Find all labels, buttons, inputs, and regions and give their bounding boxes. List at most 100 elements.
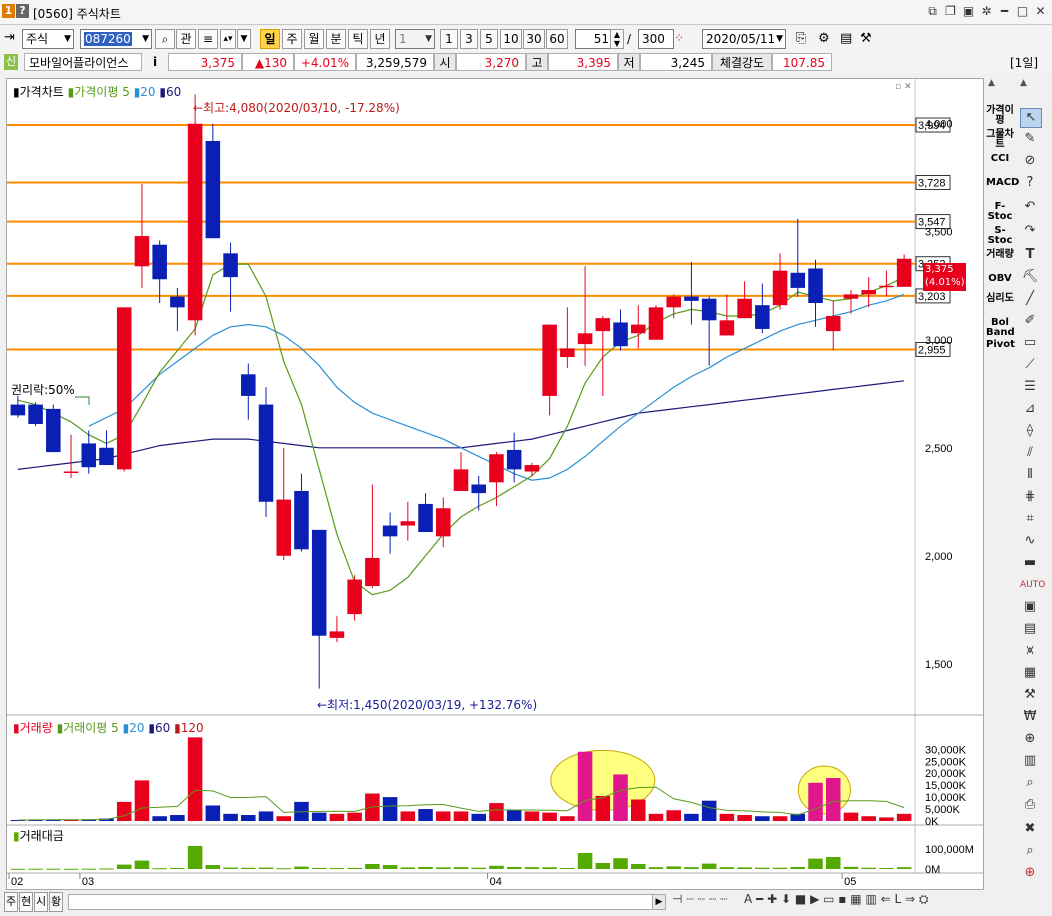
interval-5-button[interactable]: 5 [480,29,498,49]
interval-3-button[interactable]: 3 [460,29,478,49]
text-tool-icon[interactable]: T [1020,246,1040,264]
all-clear-icon[interactable]: ⊘ [1020,152,1040,170]
link-icon[interactable]: ⧉ [925,4,940,19]
channel-icon[interactable]: ⫽ [1020,444,1040,462]
period-month-button[interactable]: 월 [304,29,324,49]
excel-icon[interactable]: ✖ [1020,820,1040,838]
undo-icon[interactable]: ↶ [1020,198,1040,216]
copy-window-icon[interactable]: ❐ [943,4,958,19]
magnify-chart-icon[interactable]: ⌕ [1020,774,1040,792]
stepper-dropdown[interactable]: ▼ [237,29,251,49]
stock-list-button[interactable]: ≡ [198,29,218,49]
indicator-6[interactable]: 거래량 [986,250,1014,260]
settings-icon[interactable]: ⚙ [818,31,830,46]
save-layout-icon[interactable]: ⎘ [796,31,806,46]
info-icon[interactable]: i [148,53,162,71]
rectangle-icon[interactable]: ▭ [1020,334,1040,352]
save-icon[interactable]: ▪ [838,892,846,906]
eraser-icon[interactable]: ✎ [1020,130,1040,148]
indicator-5[interactable]: S-Stoc [986,226,1014,246]
interval-10-button[interactable]: 10 [500,29,522,49]
indicator-1[interactable]: 그물차트 [986,130,1014,150]
report-icon[interactable]: ▥ [1020,752,1040,770]
cycle-icon[interactable]: ⦀ [1020,466,1040,484]
tab-current[interactable]: 현 [19,892,33,912]
indicator-9[interactable]: Bol Band [986,318,1015,338]
market-select[interactable]: 주식 ▼ [22,29,74,49]
l-shape-icon[interactable]: L [895,892,902,906]
interval-60-button[interactable]: 60 [546,29,568,49]
total-count-input[interactable]: 300 [638,29,674,49]
screenshot-icon[interactable]: ▣ [961,4,976,19]
pen-icon[interactable]: ✐ [1020,312,1040,330]
indicator-2[interactable]: CCI [986,154,1014,164]
help-button[interactable]: ? [16,4,29,18]
search-button[interactable]: ⌕ [155,29,175,49]
zoom-out-icon[interactable]: ━ [756,892,763,906]
interval-1-button[interactable]: 1 [440,29,458,49]
wrench-icon[interactable]: ⚒ [1020,686,1040,704]
document-search-icon[interactable]: ⎙ [1020,796,1040,814]
tab-status[interactable]: 황 [49,892,63,912]
indicator-10[interactable]: Pivot [986,340,1015,350]
window-icon[interactable]: ▭ [823,892,834,906]
chart-svg[interactable]: 3,9943,7283,5473,3523,2032,955 1,5002,00… [7,79,983,889]
prev-next-stepper[interactable]: ▴▾ [220,29,236,49]
stock-code-input[interactable]: 087260 ▼ [80,29,152,49]
split-view-icon[interactable]: ▥ [865,892,876,906]
indicator-4[interactable]: F-Stoc [986,202,1014,222]
price-icon[interactable]: ₩ [1020,708,1040,726]
grid-tool-icon[interactable]: ⌗ [1020,510,1040,528]
play-right-icon[interactable]: ▶ [810,892,819,906]
period-day-button[interactable]: 일 [260,29,280,49]
analysis-icon[interactable]: ▦ [1020,664,1040,682]
grid-view-icon[interactable]: ▦ [850,892,861,906]
tab-week[interactable]: 주 [4,892,18,912]
view-count-spinner[interactable]: ▲ ▼ [610,29,624,49]
close-icon[interactable]: ✕ [1033,4,1048,19]
scroll-up-icon-2[interactable]: ▲ [1020,78,1027,88]
fibonacci-icon[interactable]: ☰ [1020,378,1040,396]
period-minute-button[interactable]: 분 [326,29,346,49]
indicator-3[interactable]: MACD [986,178,1019,188]
fan-icon[interactable]: ⟠ [1020,422,1040,440]
arrow-right-icon[interactable]: ⇒ [905,892,915,906]
indicator-0[interactable]: 가격이평 [986,106,1014,126]
indicator-8[interactable]: 심리도 [986,294,1014,304]
window-icon[interactable]: ▣ [1020,598,1040,616]
stop-icon[interactable]: ■ [795,892,806,906]
horizontal-line-icon[interactable]: ▬ [1020,554,1040,572]
count-adjust-icon[interactable]: ⁘ [674,31,684,45]
crosshair-icon[interactable]: ⊕ [1020,864,1040,882]
compare-chart-icon[interactable]: ⩙ [1020,642,1040,660]
tab-market[interactable]: 시 [34,892,48,912]
line-tool-icon[interactable]: ╱ [1020,290,1040,308]
auto-scale-icon[interactable]: A [744,892,752,906]
horizontal-scrollbar[interactable]: ▶ [68,894,666,910]
period-year-button[interactable]: 년 [370,29,390,49]
arrow-exit-icon[interactable]: ⇥ [4,30,15,45]
move-down-icon[interactable]: ⬇ [781,892,791,906]
trend-icon[interactable]: ⟋ [1020,356,1040,374]
parallel-icon[interactable]: ⋕ [1020,488,1040,506]
disk-save-icon[interactable]: ▤ [840,31,852,46]
zoom-in-icon[interactable]: ✚ [767,892,777,906]
indicator-7[interactable]: OBV [986,274,1014,284]
notepad-icon[interactable]: ▤ [1020,620,1040,638]
options-icon[interactable]: ⛭ [919,892,929,906]
chart-area[interactable]: 3,9943,7283,5473,3523,2032,955 1,5002,00… [6,78,984,890]
date-input[interactable]: 2020/05/11 ▼ [702,29,786,49]
maximize-icon[interactable]: □ [1015,4,1030,19]
settings-gear-icon[interactable]: ✲ [979,4,994,19]
panel-close-icon[interactable]: ▫ ✕ [895,82,912,92]
wave-icon[interactable]: ∿ [1020,532,1040,550]
period-week-button[interactable]: 주 [282,29,302,49]
scroll-up-icon[interactable]: ▲ [988,78,995,88]
interval-30-button[interactable]: 30 [523,29,545,49]
search-icon[interactable]: ⌕ [1020,842,1040,860]
arrow-left-icon[interactable]: ⇐ [881,892,891,906]
paint-icon[interactable]: ⛏ [1020,268,1040,286]
zoom-controls[interactable]: ⊣┈┈┈┈ [672,892,731,906]
view-count-input[interactable]: 51 [575,29,613,49]
period-tick-button[interactable]: 틱 [348,29,368,49]
